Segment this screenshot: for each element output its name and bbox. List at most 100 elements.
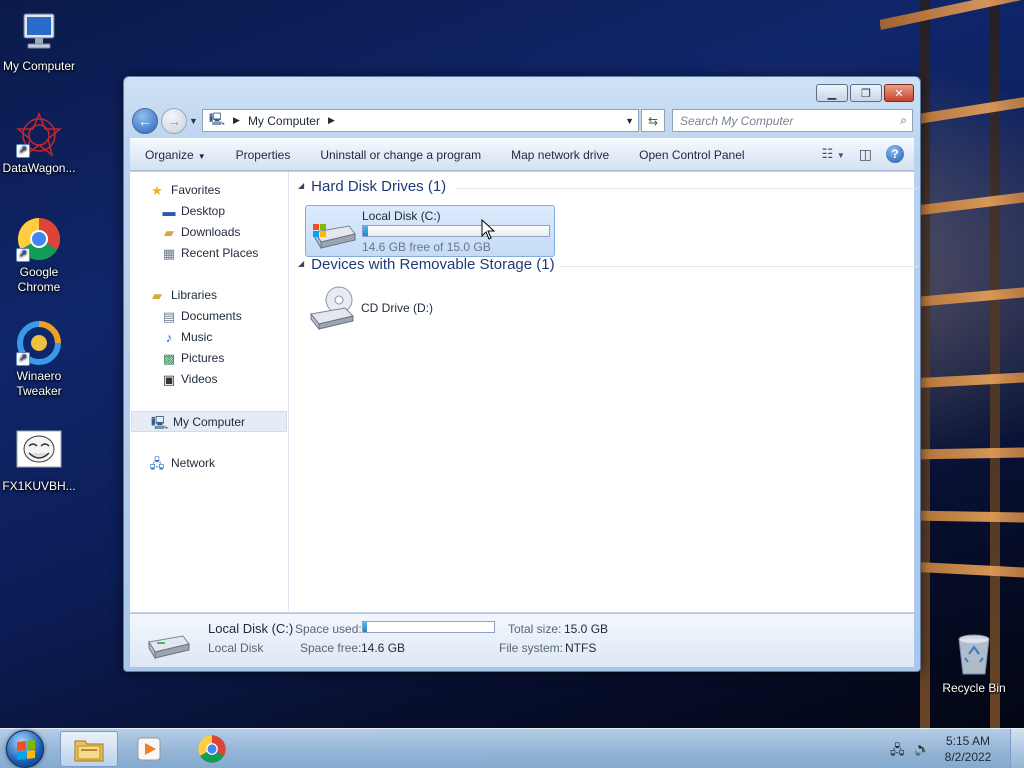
chevron-down-icon: ▼ (836, 151, 845, 160)
nav-label: Videos (181, 372, 218, 386)
desktop-icon-datawagon[interactable]: ↗ DataWagon... (1, 111, 77, 176)
search-icon[interactable]: ⌕ (900, 113, 907, 128)
forward-button[interactable]: → (161, 108, 187, 134)
desktop-icon-image-file[interactable]: FX1KUVBH... (1, 430, 77, 494)
videos-icon: ▣ (162, 372, 176, 387)
details-space-used-label: Space used: (295, 622, 362, 636)
close-button[interactable]: ✕ (884, 84, 914, 102)
libraries-icon: ▰ (152, 288, 162, 303)
caption-buttons: ▁ ❐ ✕ (816, 84, 914, 102)
nav-label: Favorites (171, 183, 221, 197)
organize-label: Organize (145, 147, 194, 162)
group-title: Hard Disk Drives (1) (311, 178, 447, 195)
winaero-tweaker-icon: ↗ (16, 320, 62, 366)
desktop-icon-label: FX1KUVBH... (2, 479, 76, 493)
desktop-icon-label: Winaero Tweaker (16, 369, 62, 398)
properties-button[interactable]: Properties (221, 148, 306, 162)
preview-pane-button[interactable]: ◫ (859, 146, 872, 163)
volume-icon[interactable]: 🔊 (914, 741, 930, 757)
change-view-button[interactable]: ☷ ▼ (822, 146, 845, 162)
nav-item-videos[interactable]: ▣ Videos (130, 369, 288, 390)
nav-label: Downloads (181, 225, 241, 239)
drive-usage-fill (363, 226, 369, 236)
network-tray-icon[interactable]: 🖧 (890, 741, 905, 763)
chevron-down-icon: ▼ (197, 151, 206, 161)
content-area: ★ Favorites ▬ Desktop ▰ Downloads ▦ Rece… (130, 172, 918, 613)
address-dropdown-icon[interactable]: ▼ (625, 116, 634, 126)
nav-item-pictures[interactable]: ▩ Pictures (130, 348, 288, 369)
recent-pages-dropdown[interactable]: ▼ (189, 116, 198, 126)
folder-icon (74, 740, 104, 762)
search-input[interactable]: Search My Computer ⌕ (672, 109, 913, 132)
start-button[interactable] (6, 730, 44, 768)
taskbar-clock[interactable]: 5:15 AM 8/2/2022 (938, 733, 998, 765)
bridge-post (920, 0, 930, 730)
taskbar-media-player-button[interactable] (120, 731, 178, 767)
group-header-hard-disk-drives[interactable]: ◢ Hard Disk Drives (1) (298, 178, 918, 198)
close-icon: ✕ (894, 87, 904, 100)
open-control-panel-button[interactable]: Open Control Panel (624, 148, 759, 162)
breadcrumb-separator-icon[interactable]: ▶ (233, 115, 240, 126)
breadcrumb-location[interactable]: My Computer (248, 114, 320, 128)
clock-date: 8/2/2022 (944, 750, 992, 764)
forward-arrow-icon: → (167, 113, 181, 129)
refresh-icon: ⇆ (647, 113, 659, 128)
details-space-free-value: 14.6 GB (361, 641, 406, 655)
search-placeholder: Search My Computer (680, 113, 794, 128)
nav-item-desktop[interactable]: ▬ Desktop (130, 201, 288, 222)
nav-item-music[interactable]: ♪ Music (130, 327, 288, 348)
nav-item-favorites[interactable]: ★ Favorites (130, 180, 288, 201)
desktop-icon-my-computer[interactable]: My Computer (1, 10, 77, 74)
network-icon: 🖧 (149, 456, 165, 471)
desktop-icon-recycle-bin[interactable]: Recycle Bin (936, 632, 1012, 696)
details-space-free-label: Space free: (300, 641, 362, 655)
chrome-icon: ↗ (16, 216, 62, 262)
organize-button[interactable]: Organize ▼ (130, 148, 221, 162)
downloads-folder-icon: ▰ (164, 225, 174, 240)
nav-item-network[interactable]: 🖧 Network (130, 453, 288, 474)
computer-small-icon: 🖳 (209, 112, 226, 126)
minimize-button[interactable]: ▁ (816, 84, 848, 102)
minimize-icon: ▁ (827, 87, 837, 100)
taskbar-explorer-button[interactable] (60, 731, 118, 767)
nav-item-libraries[interactable]: ▰ Libraries (130, 285, 288, 306)
details-space-used-fill (363, 622, 367, 632)
maximize-button[interactable]: ❐ (850, 84, 882, 102)
group-divider (560, 266, 918, 267)
address-bar[interactable]: 🖳 ▶ My Computer ▶ ▼ (202, 109, 639, 132)
uninstall-program-button[interactable]: Uninstall or change a program (305, 148, 496, 162)
star-icon: ★ (151, 183, 163, 198)
music-icon: ♪ (165, 330, 173, 345)
desktop-icon-winaero[interactable]: ↗ Winaero Tweaker (1, 320, 77, 399)
drive-tile-local-disk-c[interactable]: Local Disk (C:) 14.6 GB free of 15.0 GB (305, 205, 555, 257)
nav-item-downloads[interactable]: ▰ Downloads (130, 222, 288, 243)
restore-icon: ❐ (861, 87, 871, 100)
refresh-button[interactable]: ⇆ (641, 109, 665, 132)
details-type: Local Disk (208, 641, 264, 655)
desktop-icon-label: DataWagon... (2, 161, 76, 175)
details-total-size-value: 15.0 GB (564, 622, 609, 636)
nav-item-recent-places[interactable]: ▦ Recent Places (130, 243, 288, 264)
drive-tile-cd-drive-d[interactable]: CD Drive (D:) (305, 284, 505, 334)
view-controls: ☷ ▼ ◫ ? (822, 145, 904, 163)
collapse-triangle-icon: ◢ (298, 259, 305, 268)
nav-label: My Computer (173, 415, 246, 429)
taskbar-chrome-button[interactable] (183, 731, 241, 767)
desktop-icon-label: Recycle Bin (942, 681, 1006, 695)
show-desktop-button[interactable] (1010, 729, 1024, 768)
explorer-window[interactable]: ▁ ❐ ✕ ← → ▼ 🖳 ▶ My Computer ▶ ▼ ⇆ Search… (123, 76, 921, 672)
group-header-removable-storage[interactable]: ◢ Devices with Removable Storage (1) (298, 256, 918, 276)
windows-logo-icon (17, 740, 35, 760)
desktop-icon-chrome[interactable]: ↗ Google Chrome (1, 216, 77, 295)
nav-item-documents[interactable]: ▤ Documents (130, 306, 288, 327)
back-button[interactable]: ← (132, 108, 158, 134)
pictures-icon: ▩ (162, 351, 176, 366)
nav-item-my-computer[interactable]: 🖳 My Computer (131, 411, 287, 432)
drive-free-space: 14.6 GB free of 15.0 GB (362, 240, 491, 254)
breadcrumb-separator-icon[interactable]: ▶ (328, 115, 335, 126)
map-network-drive-button[interactable]: Map network drive (496, 148, 624, 162)
help-button[interactable]: ? (886, 145, 904, 163)
desktop-icon: ▬ (162, 204, 176, 219)
datawagon-icon: ↗ (15, 111, 63, 158)
details-file-system-value: NTFS (565, 641, 597, 655)
